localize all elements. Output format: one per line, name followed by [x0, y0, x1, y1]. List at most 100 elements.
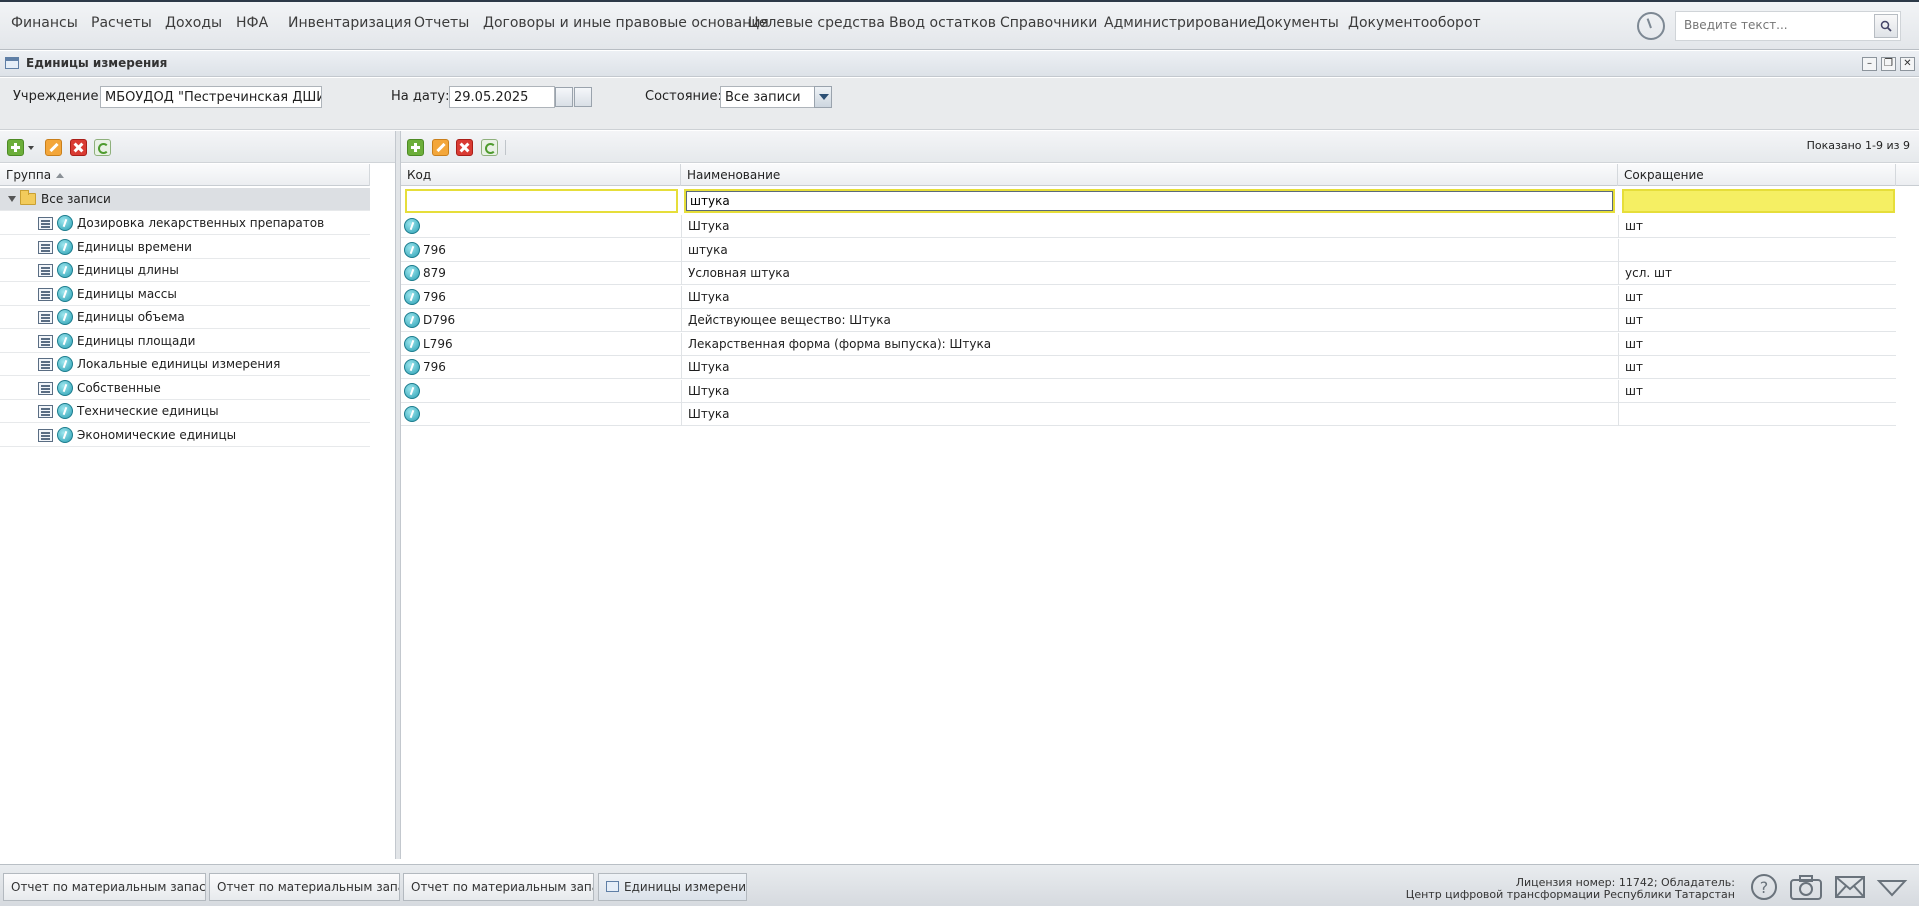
cell-short: шт [1625, 219, 1643, 233]
menu-nfa[interactable]: НФА [236, 15, 268, 31]
tree-item[interactable]: Экономические единицы [0, 424, 370, 447]
menu-income[interactable]: Доходы [165, 15, 222, 31]
info-icon[interactable] [404, 265, 420, 281]
cell-short: шт [1625, 383, 1643, 398]
menu-balances[interactable]: Ввод остатков [889, 15, 996, 31]
add-icon[interactable] [407, 139, 424, 156]
table-row[interactable]: 796 Штука шт [401, 356, 1896, 379]
cell-name: Штука [688, 383, 730, 398]
column-divider [1618, 215, 1619, 238]
name-filter[interactable] [684, 189, 1615, 213]
tree-item[interactable]: Единицы времени [0, 236, 370, 259]
menu-document-flow[interactable]: Документооборот [1348, 15, 1481, 31]
info-icon[interactable] [404, 382, 420, 399]
edit-icon[interactable] [432, 139, 449, 156]
table-row[interactable]: Штука шт [401, 215, 1896, 238]
date-field[interactable]: 29.05.2025 [449, 86, 555, 108]
column-divider [1618, 403, 1619, 426]
info-icon[interactable] [404, 406, 420, 422]
menu-payroll[interactable]: Расчеты [91, 15, 152, 31]
task-tab-active[interactable]: Единицы измерения [598, 873, 747, 901]
group-column-header[interactable]: Группа [0, 164, 370, 186]
restore-button[interactable]: ❐ [1881, 57, 1896, 71]
task-tab[interactable]: Отчет по материальным запасам [3, 873, 206, 901]
search-input[interactable] [1684, 18, 1864, 32]
calendar-icon[interactable] [555, 87, 573, 107]
cell-name: Штука [688, 289, 730, 304]
help-icon[interactable]: ? [1748, 873, 1780, 901]
info-icon [57, 426, 73, 443]
tree-item[interactable]: Технические единицы [0, 400, 370, 423]
add-dropdown-icon[interactable] [28, 146, 34, 150]
add-icon[interactable] [7, 139, 24, 156]
minimize-button[interactable]: – [1862, 57, 1877, 71]
column-divider [681, 332, 682, 356]
tree-root-all-records[interactable]: Все записи [0, 188, 370, 211]
short-filter-input[interactable] [1628, 194, 1889, 208]
code-column-header[interactable]: Код [401, 164, 681, 186]
code-filter[interactable] [405, 189, 678, 213]
state-label: Состояние: [645, 89, 722, 104]
tree-item[interactable]: Единицы объема [0, 306, 370, 329]
camera-icon[interactable] [1789, 873, 1822, 901]
dropdown-triangle-icon[interactable] [1876, 873, 1908, 901]
table-row[interactable]: Штука [401, 403, 1896, 426]
date-picker-icon[interactable] [574, 87, 592, 107]
info-icon[interactable] [404, 359, 420, 375]
info-icon[interactable] [404, 241, 420, 258]
list-icon [38, 287, 53, 301]
mail-icon[interactable] [1834, 873, 1866, 901]
info-icon[interactable] [404, 218, 420, 234]
menu-finance[interactable]: Финансы [11, 15, 78, 31]
info-icon[interactable] [404, 288, 420, 305]
name-column-header[interactable]: Наименование [681, 164, 1618, 186]
table-row[interactable]: 879 Условная штука усл. шт [401, 262, 1896, 285]
table-row[interactable]: Штука шт [401, 379, 1896, 403]
tree-item[interactable]: Единицы массы [0, 283, 370, 306]
list-icon [38, 381, 53, 395]
tree-item[interactable]: Единицы площади [0, 330, 370, 353]
task-tab[interactable]: Отчет по материальным запа... [209, 873, 400, 901]
code-filter-input[interactable] [411, 194, 672, 208]
cell-short: усл. шт [1625, 266, 1672, 280]
menu-administration[interactable]: Администрирование [1104, 15, 1256, 31]
chevron-down-icon[interactable] [814, 86, 832, 108]
menu-documents[interactable]: Документы [1255, 15, 1339, 31]
table-row[interactable]: 796 Штука шт [401, 285, 1896, 309]
tree-item-label: Локальные единицы измерения [77, 357, 281, 371]
close-button[interactable]: ✕ [1900, 57, 1915, 71]
tree-item[interactable]: Единицы длины [0, 259, 370, 282]
short-column-header[interactable]: Сокращение [1618, 164, 1896, 186]
table-row[interactable]: D796 Действующее вещество: Штука шт [401, 309, 1896, 332]
tree-item[interactable]: Собственные [0, 377, 370, 400]
search-button[interactable] [1874, 14, 1898, 38]
info-icon [57, 309, 73, 325]
delete-icon[interactable] [70, 139, 87, 156]
refresh-icon[interactable] [481, 139, 498, 156]
info-icon [57, 285, 73, 302]
menu-inventory[interactable]: Инвентаризация [288, 15, 411, 31]
info-icon[interactable] [404, 335, 420, 352]
task-tab[interactable]: Отчет по материальным запа... [403, 873, 594, 901]
tree-item[interactable]: Локальные единицы измерения [0, 353, 370, 376]
menu-references[interactable]: Справочники [1000, 15, 1097, 31]
info-icon[interactable] [404, 312, 420, 328]
state-select[interactable]: Все записи [720, 86, 815, 108]
delete-icon[interactable] [456, 139, 473, 156]
table-row[interactable]: L796 Лекарственная форма (форма выпуска):… [401, 332, 1896, 356]
institution-field[interactable]: МБОУДОД "Пестречинская ДШИ" [100, 86, 322, 108]
expand-icon[interactable] [8, 196, 16, 202]
menu-reports[interactable]: Отчеты [414, 15, 469, 31]
clock-icon[interactable] [1637, 12, 1665, 40]
name-filter-input[interactable] [690, 194, 1609, 208]
menu-contracts[interactable]: Договоры и иные правовые основания [483, 15, 769, 31]
table-row[interactable]: 796 штука [401, 238, 1896, 262]
edit-icon[interactable] [45, 139, 62, 156]
tree-item-label: Единицы объема [77, 310, 185, 324]
short-filter[interactable] [1622, 189, 1895, 213]
menu-target-funds[interactable]: Целевые средства [748, 15, 885, 31]
tree-item[interactable]: Дозировка лекарственных препаратов [0, 212, 370, 235]
refresh-icon[interactable] [94, 139, 111, 156]
tree-item-label: Единицы массы [77, 286, 177, 301]
column-divider [1618, 238, 1619, 262]
